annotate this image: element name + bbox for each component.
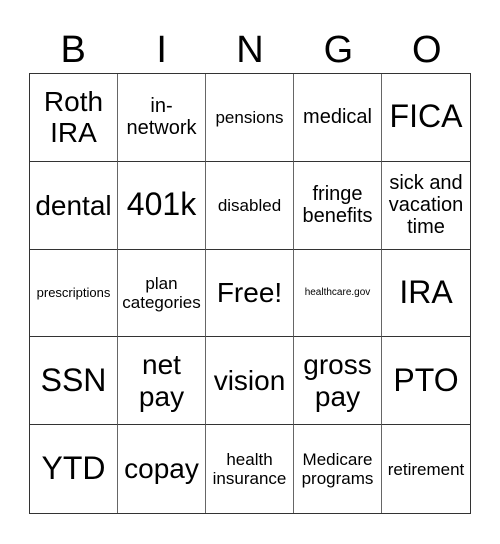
- header-letter-b: B: [60, 29, 86, 71]
- bingo-cell[interactable]: pensions: [206, 74, 294, 162]
- cell-label: copay: [124, 453, 199, 485]
- bingo-cell[interactable]: YTD: [30, 425, 118, 513]
- cell-label: dental: [35, 189, 112, 221]
- bingo-cell[interactable]: 401k: [118, 161, 206, 250]
- bingo-cell[interactable]: retirement: [382, 425, 470, 513]
- cell-label: disabled: [217, 195, 282, 215]
- cell-label: Free!: [216, 277, 283, 309]
- bingo-cell[interactable]: IRA: [382, 250, 470, 338]
- bingo-grid: Roth IRA in-network pensions medical FICA den…: [29, 73, 471, 514]
- bingo-cell[interactable]: FICA: [382, 74, 470, 162]
- bingo-cell[interactable]: PTO: [382, 337, 470, 426]
- bingo-cell[interactable]: healthcare.gov: [294, 249, 382, 338]
- cell-label: plan categories: [122, 273, 201, 312]
- cell-label: net pay: [138, 349, 185, 412]
- cell-label: healthcare.gov: [304, 287, 371, 299]
- cell-label: in-network: [126, 95, 197, 140]
- cell-label: vision: [213, 365, 286, 397]
- bingo-cell[interactable]: net pay: [118, 337, 206, 426]
- cell-label: sick and vacation time: [388, 171, 464, 239]
- cell-label: YTD: [41, 450, 106, 487]
- cell-label: gross pay: [303, 349, 372, 412]
- cell-label: 401k: [126, 186, 197, 223]
- bingo-cell[interactable]: Roth IRA: [30, 74, 118, 162]
- bingo-cell[interactable]: in-network: [118, 74, 206, 162]
- header-letter-i: I: [156, 29, 167, 71]
- bingo-cell[interactable]: fringe benefits: [294, 161, 382, 250]
- bingo-cell[interactable]: vision: [206, 337, 294, 426]
- bingo-cell[interactable]: dental: [30, 161, 118, 250]
- header-letter-o: O: [412, 29, 442, 71]
- cell-label: SSN: [40, 361, 107, 398]
- bingo-cell[interactable]: disabled: [206, 161, 294, 250]
- bingo-cell[interactable]: SSN: [30, 337, 118, 426]
- bingo-cell[interactable]: medical: [294, 74, 382, 162]
- bingo-cell[interactable]: Free!: [206, 249, 294, 338]
- bingo-cell[interactable]: sick and vacation time: [382, 162, 470, 250]
- header-letter-g: G: [323, 29, 354, 71]
- cell-label: fringe benefits: [302, 182, 373, 228]
- bingo-cell[interactable]: plan categories: [118, 249, 206, 338]
- cell-label: Medicare programs: [301, 450, 374, 489]
- cell-label: IRA: [399, 274, 453, 311]
- bingo-cell[interactable]: gross pay: [294, 337, 382, 426]
- cell-label: PTO: [393, 361, 459, 398]
- bingo-cell[interactable]: prescriptions: [30, 249, 118, 338]
- bingo-cell[interactable]: health insurance: [206, 425, 294, 513]
- bingo-cell[interactable]: Medicare programs: [294, 425, 382, 513]
- cell-label: pensions: [215, 107, 284, 127]
- cell-label: medical: [303, 106, 372, 129]
- header-letter-n: N: [236, 29, 264, 71]
- cell-label: Roth IRA: [43, 86, 104, 149]
- cell-label: FICA: [389, 98, 463, 135]
- cell-label: health insurance: [212, 450, 287, 489]
- cell-label: prescriptions: [36, 284, 111, 300]
- cell-label: retirement: [387, 459, 465, 479]
- bingo-header: B I N G O: [29, 28, 471, 72]
- bingo-cell[interactable]: copay: [118, 425, 206, 513]
